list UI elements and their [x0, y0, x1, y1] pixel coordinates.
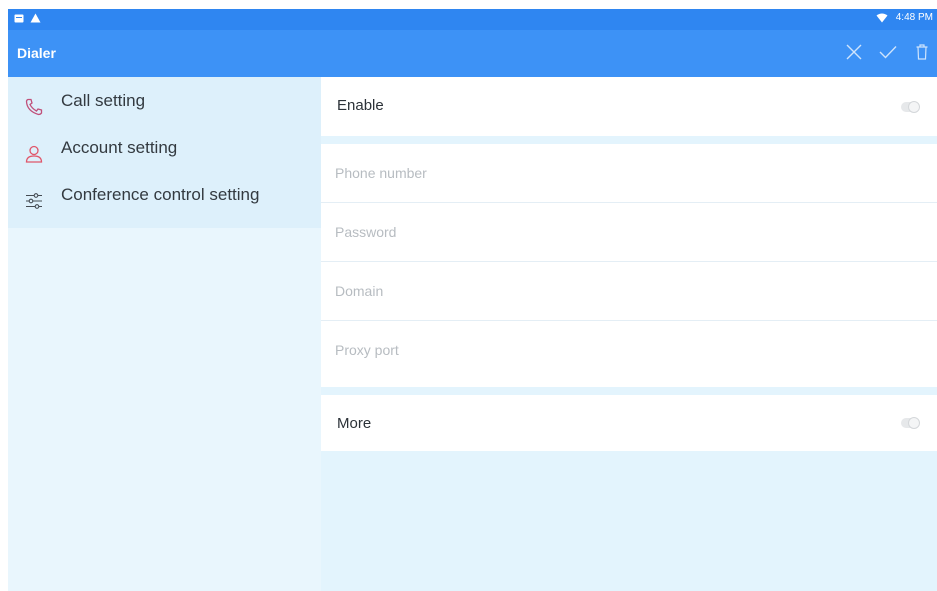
close-icon: [846, 44, 862, 65]
delete-button[interactable]: [907, 42, 937, 66]
domain-input[interactable]: [335, 280, 895, 302]
enable-row[interactable]: Enable: [321, 77, 937, 136]
app-bar: Dialer: [8, 30, 937, 77]
account-settings-panel: Enable More: [321, 77, 937, 591]
password-field[interactable]: [321, 203, 937, 262]
app-title: Dialer: [17, 45, 56, 61]
settings-sidebar: Call setting Account setting Conference …: [8, 77, 321, 591]
notification-square-icon: [14, 14, 24, 23]
confirm-button[interactable]: [873, 42, 903, 66]
status-time: 4:48 PM: [895, 12, 933, 23]
sidebar-item-label: Account setting: [61, 137, 178, 157]
enable-label: Enable: [337, 97, 384, 114]
phone-number-input[interactable]: [335, 162, 895, 184]
close-button[interactable]: [839, 42, 869, 66]
more-toggle[interactable]: [901, 417, 920, 429]
check-icon: [879, 45, 897, 64]
app-window: 4:48 PM Dialer Call setting Account sett…: [8, 9, 937, 591]
phone-icon: [23, 96, 45, 118]
sidebar-item-call-setting[interactable]: Call setting: [8, 83, 321, 130]
proxy-port-field[interactable]: [321, 321, 937, 380]
account-fields: [321, 144, 937, 387]
person-icon: [23, 143, 45, 165]
enable-toggle[interactable]: [901, 101, 920, 113]
more-row[interactable]: More: [321, 395, 937, 451]
sidebar-item-label: Call setting: [61, 90, 146, 110]
phone-number-field[interactable]: [321, 144, 937, 203]
status-bar: 4:48 PM: [8, 9, 937, 30]
warning-triangle-icon: [30, 13, 41, 23]
domain-field[interactable]: [321, 262, 937, 321]
sidebar-list: Call setting Account setting Conference …: [8, 77, 321, 228]
password-input[interactable]: [335, 221, 895, 243]
proxy-port-input[interactable]: [335, 339, 895, 361]
more-label: More: [337, 415, 372, 432]
delete-icon: [916, 43, 928, 65]
sidebar-item-account-setting[interactable]: Account setting: [8, 130, 321, 177]
sliders-icon: [23, 190, 45, 212]
sidebar-item-conference-control-setting[interactable]: Conference control setting: [8, 177, 321, 224]
wifi-icon: [876, 13, 888, 23]
sidebar-item-label: Conference control setting: [61, 184, 260, 204]
